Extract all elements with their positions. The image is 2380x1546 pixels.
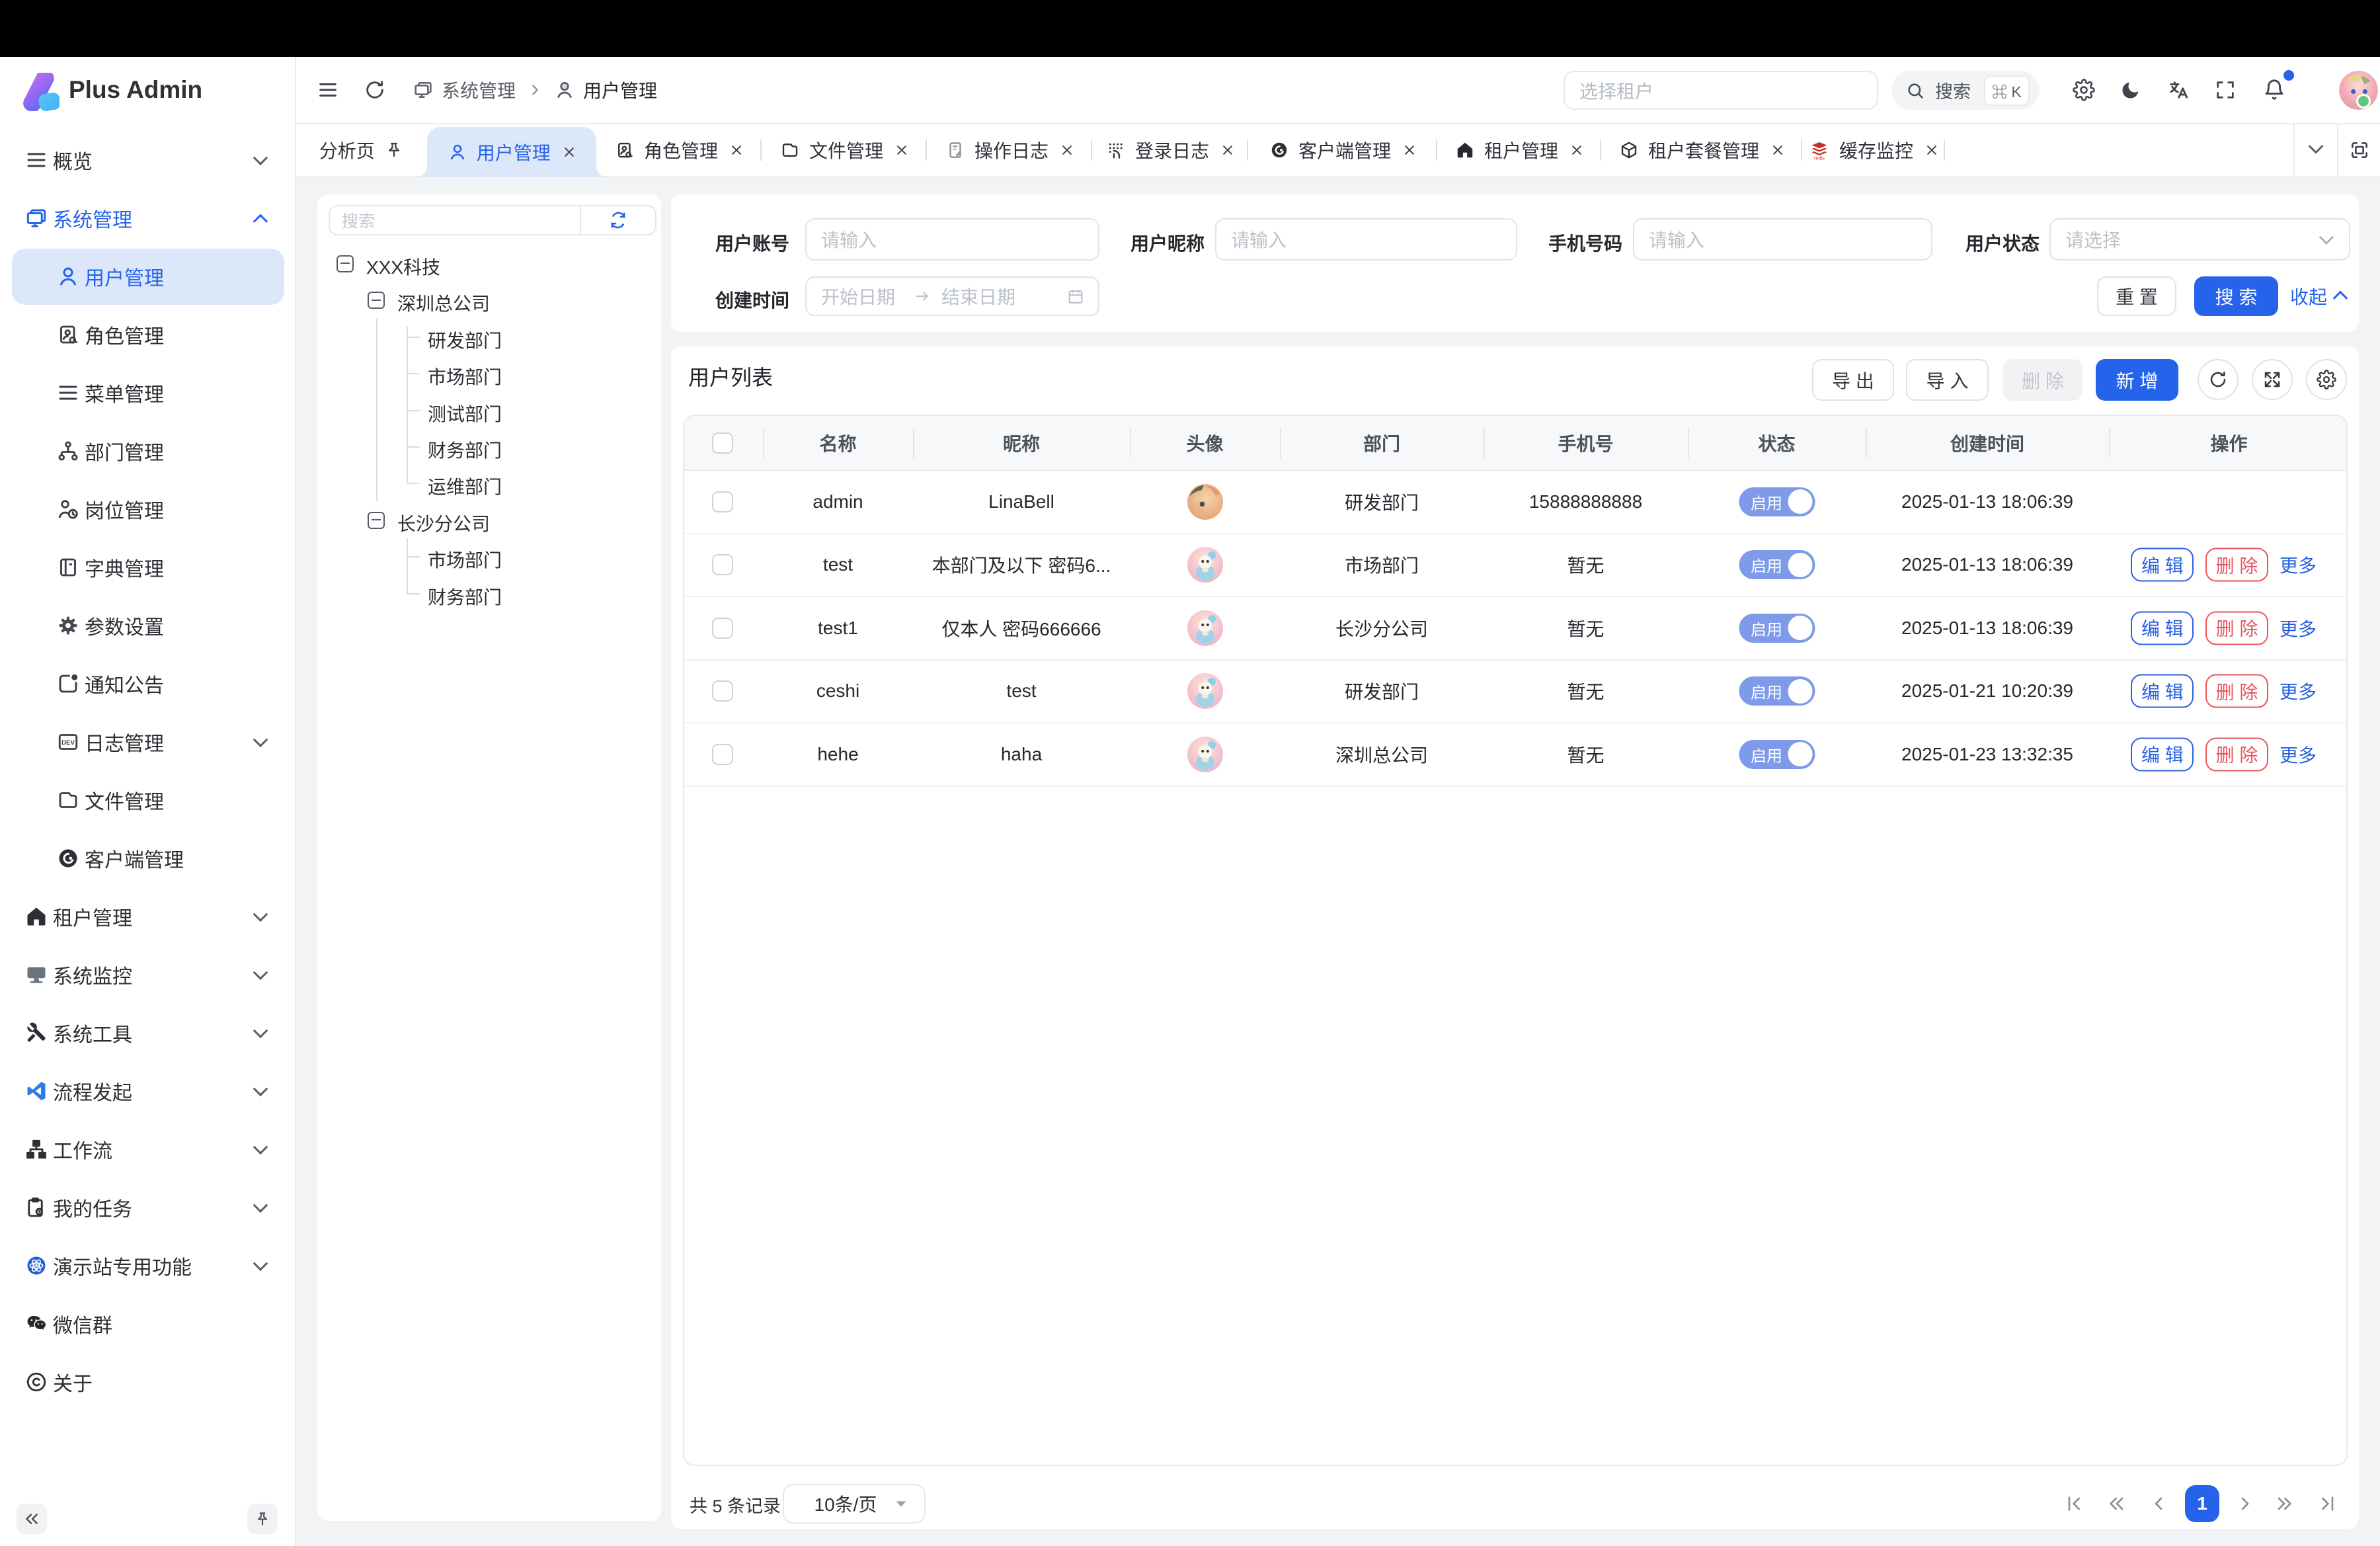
svg-text:redis: redis xyxy=(1814,155,1825,161)
svg-text:DEV: DEV xyxy=(61,739,75,747)
